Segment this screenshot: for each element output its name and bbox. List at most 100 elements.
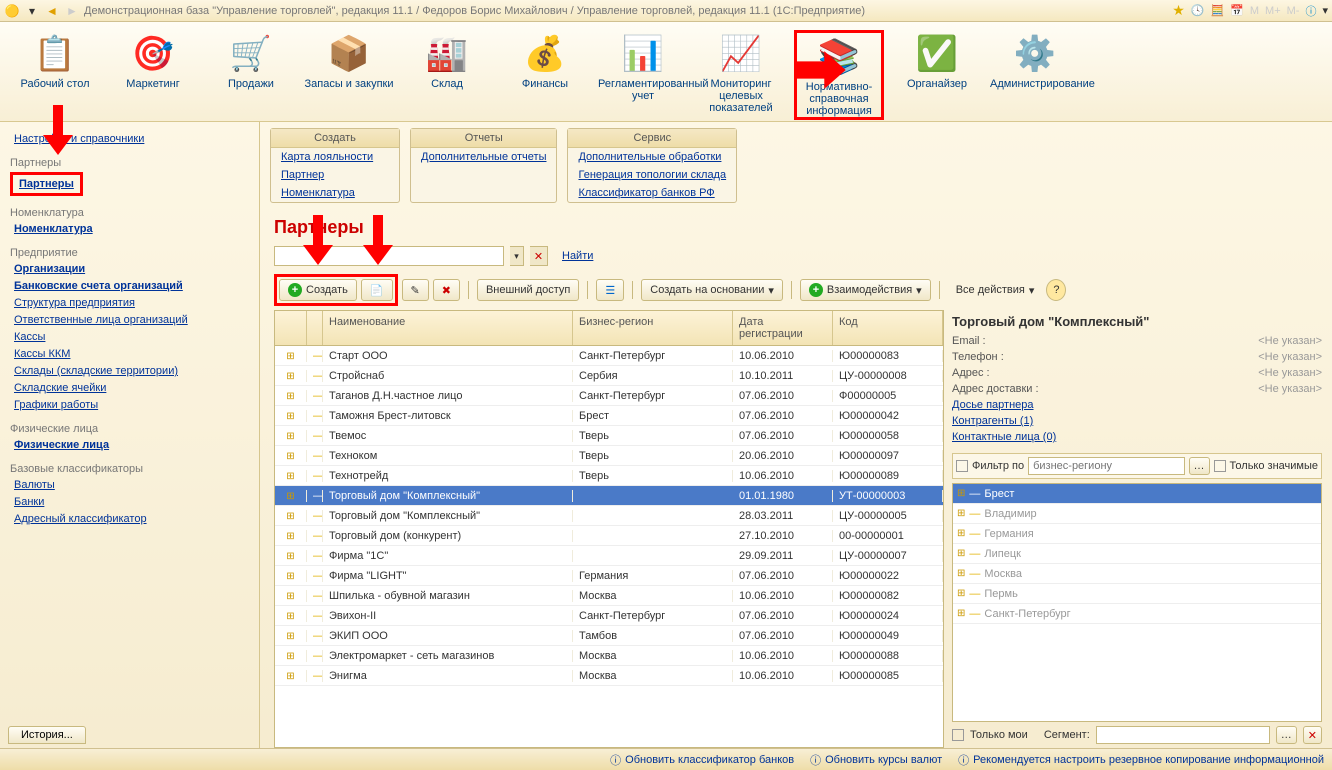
region-item[interactable]: ⊞—Германия [953,524,1321,544]
status-backup[interactable]: ⓘРекомендуется настроить резервное копир… [958,752,1324,768]
region-item[interactable]: ⊞—Брест [953,484,1321,504]
region-item[interactable]: ⊞—Липецк [953,544,1321,564]
back-icon[interactable]: ◄ [44,3,60,19]
sidebar-ent-7[interactable]: Складские ячейки [10,380,249,396]
clock-icon[interactable]: 🕓 [1191,4,1205,17]
table-row[interactable]: ⊞—СтройснабСербия10.10.2011ЦУ-00000008 [275,366,943,386]
expand-icon[interactable]: ⊞ [286,491,294,502]
expand-icon[interactable]: ⊞ [286,451,294,462]
expand-icon[interactable]: ⊞ [286,531,294,542]
expand-icon[interactable]: ⊞ [286,611,294,622]
expand-icon[interactable]: ⊞ [286,391,294,402]
col-code[interactable]: Код [833,311,943,345]
toolbar-item-6[interactable]: 📊Регламентированный учет [598,30,688,102]
table-row[interactable]: ⊞—Торговый дом "Комплексный"01.01.1980УТ… [275,486,943,506]
table-row[interactable]: ⊞—ЭКИП ОООТамбов07.06.2010Ю00000049 [275,626,943,646]
col-region[interactable]: Бизнес-регион [573,311,733,345]
expand-icon[interactable]: ⊞ [286,631,294,642]
create-button[interactable]: Создать [279,279,357,301]
all-actions-button[interactable]: Все действия ▾ [948,279,1043,301]
region-item[interactable]: ⊞—Москва [953,564,1321,584]
sidebar-ent-8[interactable]: Графики работы [10,397,249,413]
info-icon[interactable]: ⓘ [1305,3,1316,19]
submenu-service-item-0[interactable]: Дополнительные обработки [568,148,736,166]
toolbar-item-2[interactable]: 🛒Продажи [206,30,296,90]
col-name[interactable]: Наименование [323,311,573,345]
expand-icon[interactable]: ⊞ [286,571,294,582]
sidebar-ent-4[interactable]: Кассы [10,329,249,345]
expand-icon[interactable]: ⊞ [286,411,294,422]
history-button[interactable]: История... [8,726,86,744]
search-input[interactable] [274,246,504,266]
find-link[interactable]: Найти [562,250,593,262]
segment-input[interactable] [1096,726,1270,744]
toolbar-item-5[interactable]: 💰Финансы [500,30,590,90]
submenu-create-item-2[interactable]: Номенклатура [271,184,399,202]
delete-button[interactable]: ✖ [433,279,460,301]
toolbar-item-9[interactable]: ✅Органайзер [892,30,982,90]
sidebar-settings[interactable]: Настройки и справочники [10,131,249,147]
col-date[interactable]: Дата регистрации [733,311,833,345]
expand-icon[interactable]: ⊞ [286,671,294,682]
table-row[interactable]: ⊞—ТехнотрейдТверь10.06.2010Ю00000089 [275,466,943,486]
dropdown-icon[interactable]: ▾ [24,3,40,19]
segment-clear-icon[interactable]: ✕ [1303,726,1322,744]
sidebar-base-0[interactable]: Валюты [10,477,249,493]
region-item[interactable]: ⊞—Пермь [953,584,1321,604]
forward-icon[interactable]: ► [64,3,80,19]
table-row[interactable]: ⊞—Фирма "LIGHT"Германия07.06.2010Ю000000… [275,566,943,586]
expand-icon[interactable]: ⊞ [957,508,965,519]
search-dropdown-icon[interactable]: ▾ [510,246,524,266]
expand-icon[interactable]: ⊞ [286,431,294,442]
minimize-icon[interactable]: ▾ [1322,4,1328,17]
toolbar-item-10[interactable]: ⚙️Администрирование [990,30,1080,90]
expand-icon[interactable]: ⊞ [286,551,294,562]
filter-input[interactable] [1028,457,1184,475]
submenu-reports-item-0[interactable]: Дополнительные отчеты [411,148,556,166]
favorite-icon[interactable]: ★ [1172,2,1185,19]
expand-icon[interactable]: ⊞ [957,608,965,619]
edit-button[interactable]: ✎ [402,279,429,301]
table-row[interactable]: ⊞—Таможня Брест-литовскБрест07.06.2010Ю0… [275,406,943,426]
submenu-service-item-1[interactable]: Генерация топологии склада [568,166,736,184]
status-update-banks[interactable]: ⓘОбновить классификатор банков [610,752,794,768]
table-row[interactable]: ⊞—Шпилька - обувной магазинМосква10.06.2… [275,586,943,606]
toolbar-item-0[interactable]: 📋Рабочий стол [10,30,100,90]
sidebar-base-2[interactable]: Адресный классификатор [10,511,249,527]
interactions-button[interactable]: Взаимодействия ▾ [800,279,931,301]
calc-icon[interactable]: 🧮 [1210,4,1224,17]
help-icon[interactable]: ? [1046,279,1066,301]
sidebar-ent-1[interactable]: Банковские счета организаций [10,278,249,294]
toolbar-item-7[interactable]: 📈Мониторинг целевых показателей [696,30,786,114]
search-clear-icon[interactable]: ✕ [530,246,548,266]
region-item[interactable]: ⊞—Санкт-Петербург [953,604,1321,624]
submenu-create-item-1[interactable]: Партнер [271,166,399,184]
only-my-checkbox[interactable] [952,729,964,741]
table-row[interactable]: ⊞—ЭнигмаМосква10.06.2010Ю00000085 [275,666,943,686]
create-on-basis-button[interactable]: Создать на основании ▾ [641,279,783,301]
toolbar-item-3[interactable]: 📦Запасы и закупки [304,30,394,90]
expand-icon[interactable]: ⊞ [286,511,294,522]
only-significant-checkbox[interactable] [1214,460,1226,472]
dossier-link[interactable]: Досье партнера [952,397,1322,413]
toolbar-item-8[interactable]: 📚Нормативно-справочная информация [794,30,884,120]
calendar-icon[interactable]: 📅 [1230,4,1244,17]
expand-icon[interactable]: ⊞ [957,488,965,499]
expand-icon[interactable]: ⊞ [286,371,294,382]
region-item[interactable]: ⊞—Владимир [953,504,1321,524]
sidebar-ent-6[interactable]: Склады (складские территории) [10,363,249,379]
expand-icon[interactable]: ⊞ [957,588,965,599]
table-row[interactable]: ⊞—Эвихон-IIСанкт-Петербург07.06.2010Ю000… [275,606,943,626]
sidebar-ent-2[interactable]: Структура предприятия [10,295,249,311]
table-row[interactable]: ⊞—Торговый дом (конкурент)27.10.201000-0… [275,526,943,546]
table-row[interactable]: ⊞—Торговый дом "Комплексный"28.03.2011ЦУ… [275,506,943,526]
expand-icon[interactable]: ⊞ [286,651,294,662]
m-minus-button[interactable]: M- [1287,5,1300,17]
submenu-service-item-2[interactable]: Классификатор банков РФ [568,184,736,202]
table-row[interactable]: ⊞—Фирма "1С"29.09.2011ЦУ-00000007 [275,546,943,566]
expand-icon[interactable]: ⊞ [286,591,294,602]
m-button[interactable]: M [1250,5,1259,17]
copy-button[interactable]: 📄 [361,279,393,301]
expand-icon[interactable]: ⊞ [957,528,965,539]
sidebar-item-partners[interactable]: Партнеры [10,172,83,196]
